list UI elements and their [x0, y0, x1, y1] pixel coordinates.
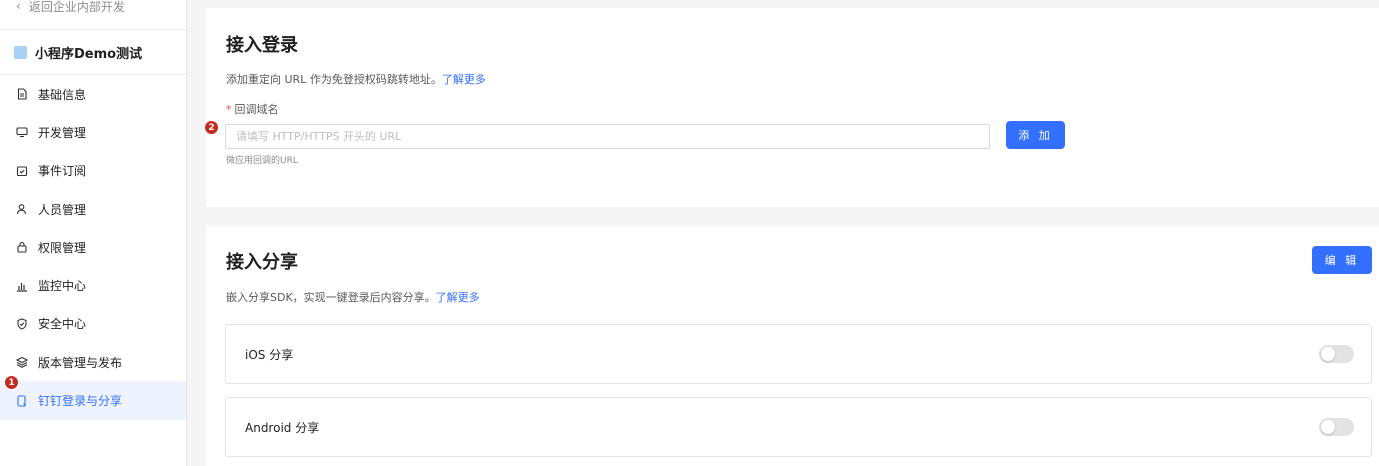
phone-share-icon: [17, 394, 27, 407]
share-learn-more-link[interactable]: 了解更多: [436, 291, 480, 304]
login-desc-text: 添加重定向 URL 作为免登授权码跳转地址。: [226, 73, 442, 86]
sidebar-item-label: 安全中心: [38, 317, 87, 332]
share-description: 嵌入分享SDK，实现一键登录后内容分享。了解更多: [226, 289, 480, 305]
sidebar-item-dev-management[interactable]: 开发管理: [0, 113, 186, 151]
android-share-label: Android 分享: [245, 420, 320, 435]
field-label-text: 回调域名: [234, 103, 279, 116]
step-badge: 1: [4, 375, 19, 391]
add-button[interactable]: 添 加: [1006, 121, 1065, 149]
sidebar-item-label: 版本管理与发布: [38, 355, 123, 370]
lock-icon: [17, 242, 27, 253]
back-link[interactable]: ‹ 返回企业内部开发: [0, 0, 186, 20]
shield-check-icon: [17, 318, 27, 330]
chevron-left-icon: ‹: [16, 0, 21, 13]
callback-domain-label: * 回调域名: [226, 101, 279, 117]
ios-share-row: iOS 分享: [225, 324, 1372, 384]
login-card: 接入登录 添加重定向 URL 作为免登授权码跳转地址。了解更多 * 回调域名 2 …: [204, 8, 1379, 207]
toggle-knob: [1321, 420, 1335, 434]
ios-share-label: iOS 分享: [245, 347, 294, 362]
android-share-toggle[interactable]: [1319, 418, 1354, 436]
step-badge: 2: [204, 120, 219, 135]
person-icon: [16, 204, 27, 215]
sidebar-item-label: 开发管理: [38, 125, 87, 140]
login-description: 添加重定向 URL 作为免登授权码跳转地址。了解更多: [226, 71, 486, 87]
edit-button[interactable]: 编 辑: [1312, 246, 1372, 274]
sidebar-item-basic-info[interactable]: 基础信息: [0, 75, 186, 113]
app-header: 小程序Demo测试: [0, 29, 186, 75]
login-title: 接入登录: [226, 35, 298, 56]
sidebar-item-label: 监控中心: [38, 279, 87, 294]
sidebar-item-version-release[interactable]: 版本管理与发布: [0, 343, 186, 381]
sidebar-item-monitoring-center[interactable]: 监控中心: [0, 266, 186, 304]
sidebar-item-label: 基础信息: [38, 87, 87, 102]
sidebar-item-label: 人员管理: [38, 202, 87, 217]
toggle-knob: [1321, 347, 1335, 361]
calendar-check-icon: [16, 166, 28, 176]
share-title: 接入分享: [226, 252, 298, 273]
sidebar-item-label: 权限管理: [38, 240, 87, 255]
sidebar-item-event-subscription[interactable]: 事件订阅: [0, 152, 186, 190]
share-card: 接入分享 编 辑 嵌入分享SDK，实现一键登录后内容分享。了解更多 iOS 分享…: [206, 226, 1379, 466]
bar-chart-icon: [17, 282, 27, 292]
sidebar-item-label: 钉钉登录与分享: [38, 394, 123, 409]
sidebar-item-people-management[interactable]: 人员管理: [0, 190, 186, 228]
sidebar-item-label: 事件订阅: [38, 164, 87, 179]
document-icon: [17, 88, 27, 100]
callback-url-input[interactable]: [225, 124, 990, 149]
app-logo: [14, 45, 27, 59]
back-label: 返回企业内部开发: [28, 0, 125, 14]
sidebar: ‹ 返回企业内部开发 小程序Demo测试 基础信息 开发管理 事件订阅 人员管理…: [0, 0, 187, 466]
app-name: 小程序Demo测试: [35, 46, 143, 62]
sidebar-item-dingtalk-login-share[interactable]: 1 钉钉登录与分享: [0, 375, 186, 420]
login-learn-more-link[interactable]: 了解更多: [442, 73, 486, 86]
ios-share-toggle[interactable]: [1319, 345, 1354, 363]
share-desc-text: 嵌入分享SDK，实现一键登录后内容分享。: [226, 291, 436, 304]
layers-icon: [16, 357, 28, 369]
monitor-icon: [16, 127, 28, 138]
sidebar-item-security-center[interactable]: 安全中心: [0, 305, 186, 343]
required-mark: *: [226, 103, 232, 116]
sidebar-nav: 基础信息 开发管理 事件订阅 人员管理 权限管理 监控中心 安全中心 版本管理与…: [0, 75, 186, 420]
callback-url-hint: 微应用回调的URL: [226, 156, 298, 166]
android-share-row: Android 分享: [225, 397, 1372, 457]
sidebar-item-permission-management[interactable]: 权限管理: [0, 228, 186, 266]
